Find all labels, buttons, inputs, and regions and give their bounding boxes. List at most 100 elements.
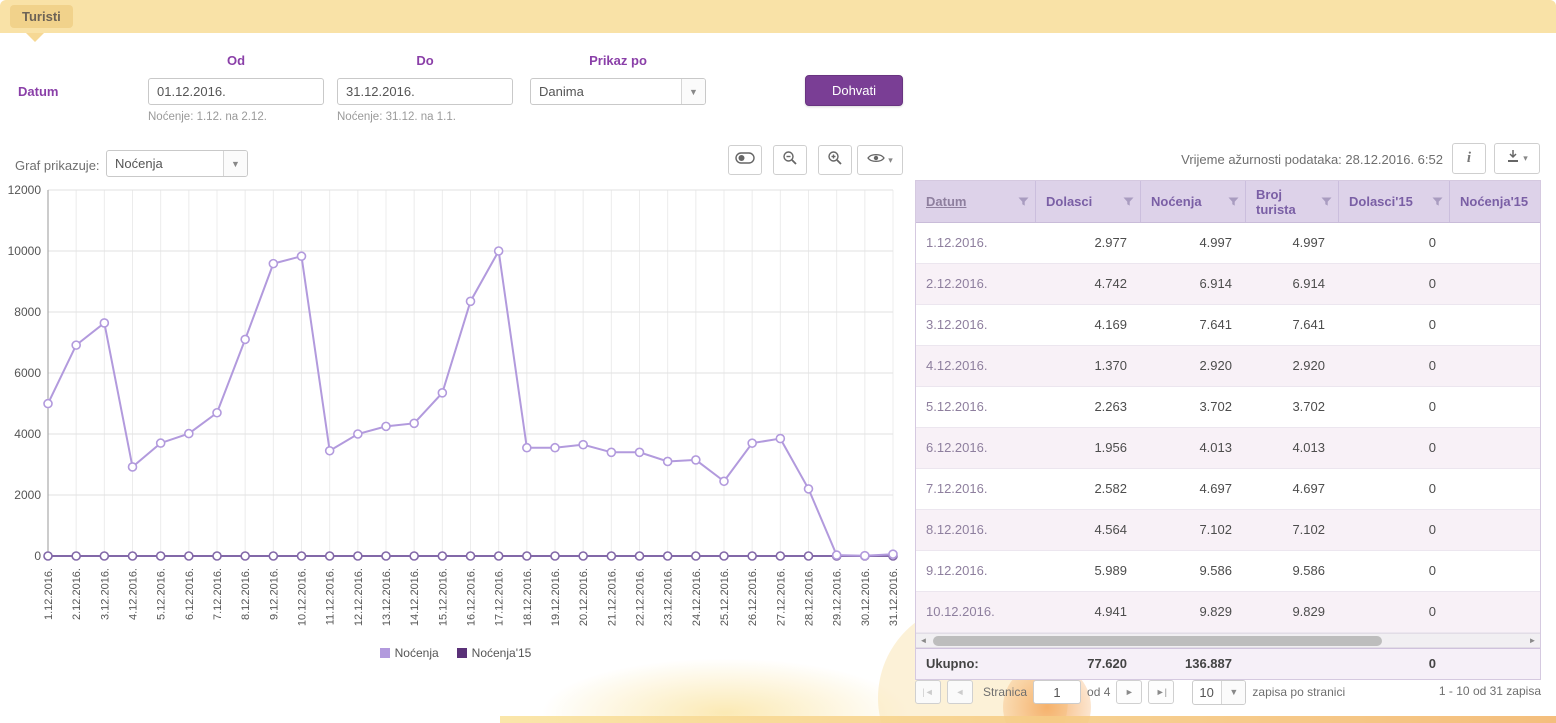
download-icon (1506, 149, 1520, 168)
table-row[interactable]: 8.12.2016.4.5647.1027.1020 (916, 510, 1541, 551)
filter-icon[interactable] (1017, 195, 1030, 208)
legend-label: Noćenja'15 (472, 646, 532, 660)
table-row[interactable]: 4.12.2016.1.3702.9202.9200 (916, 346, 1541, 387)
svg-text:21.12.2016.: 21.12.2016. (606, 568, 618, 626)
table-row[interactable]: 7.12.2016.2.5824.6974.6970 (916, 469, 1541, 510)
column-header-label[interactable]: Dolasci'15 (1349, 194, 1413, 209)
column-header[interactable]: Noćenja'15 (1450, 181, 1541, 222)
table-row[interactable]: 1.12.2016.2.9774.9974.9970 (916, 223, 1541, 264)
export-button[interactable]: ▾ (1494, 143, 1540, 174)
graf-prikazuje-dropdown[interactable]: Noćenja ▼ (106, 150, 248, 177)
table-row[interactable]: 6.12.2016.1.9564.0134.0130 (916, 428, 1541, 469)
column-header-label[interactable]: Noćenja'15 (1460, 194, 1528, 209)
table-cell: 4.941 (1036, 592, 1141, 632)
table-cell: 6.914 (1141, 264, 1246, 304)
next-page-button[interactable]: ► (1116, 680, 1142, 704)
line-chart[interactable]: 0200040006000800010000120001.12.2016.2.1… (8, 182, 903, 634)
table-cell: 2.920 (1141, 346, 1246, 386)
table-cell: 6.12.2016. (916, 428, 1036, 468)
table-cell: 9.829 (1246, 592, 1339, 632)
column-header[interactable]: Dolasci'15 (1339, 181, 1450, 222)
chevron-down-icon[interactable]: ▼ (681, 79, 705, 104)
legend-item[interactable]: Noćenja (380, 646, 439, 660)
table-cell (1450, 387, 1541, 427)
svg-text:13.12.2016.: 13.12.2016. (381, 568, 393, 626)
top-bar: Turisti (0, 0, 1556, 33)
table-cell: 7.102 (1246, 510, 1339, 550)
svg-text:9.12.2016.: 9.12.2016. (268, 568, 280, 620)
filter-icon[interactable] (1122, 195, 1135, 208)
table-body: 1.12.2016.2.9774.9974.99702.12.2016.4.74… (916, 223, 1540, 633)
info-button[interactable]: i (1452, 143, 1486, 174)
table-cell: 4.12.2016. (916, 346, 1036, 386)
decorative-ellipse (540, 658, 910, 723)
app-window: Turisti Od Do Prikaz po Datum Noćenje: 1… (0, 0, 1556, 723)
first-page-button[interactable]: |◄ (915, 680, 941, 704)
table-cell: 9.586 (1246, 551, 1339, 591)
table-cell: 0 (1339, 223, 1450, 263)
od-date-input[interactable] (149, 79, 324, 104)
svg-text:24.12.2016.: 24.12.2016. (691, 568, 703, 626)
column-header[interactable]: Datum (916, 181, 1036, 222)
svg-text:4000: 4000 (14, 427, 41, 441)
filter-icon[interactable] (1431, 195, 1444, 208)
per-page-dropdown[interactable]: 10 ▼ (1192, 680, 1246, 705)
svg-text:19.12.2016.: 19.12.2016. (550, 568, 562, 626)
zoom-in-button[interactable] (818, 145, 852, 175)
column-header-label[interactable]: Datum (926, 194, 966, 209)
page-number-input[interactable] (1033, 680, 1081, 704)
svg-text:10.12.2016.: 10.12.2016. (297, 568, 309, 626)
info-icon: i (1467, 150, 1471, 167)
table-row[interactable]: 5.12.2016.2.2633.7023.7020 (916, 387, 1541, 428)
horizontal-scrollbar[interactable]: ◄ ► (916, 633, 1540, 648)
column-header-label[interactable]: Noćenja (1151, 194, 1202, 209)
scroll-right-icon[interactable]: ► (1525, 634, 1540, 647)
od-date-field (148, 78, 324, 105)
chart-visibility-button[interactable]: ▾ (857, 145, 903, 175)
graf-prikazuje-value: Noćenja (107, 151, 223, 176)
svg-text:20.12.2016.: 20.12.2016. (578, 568, 590, 626)
table-row[interactable]: 3.12.2016.4.1697.6417.6410 (916, 305, 1541, 346)
last-page-button[interactable]: ►| (1148, 680, 1174, 704)
column-header[interactable]: Noćenja (1141, 181, 1246, 222)
pagination-bar: |◄ ◄ Stranica od 4 ► ►| 10 ▼ zapisa po s… (915, 678, 1541, 706)
svg-text:29.12.2016.: 29.12.2016. (832, 568, 844, 626)
column-header-label[interactable]: Dolasci (1046, 194, 1092, 209)
eye-icon (867, 151, 885, 169)
scrollbar-thumb[interactable] (933, 636, 1382, 646)
toggle-icon (735, 151, 755, 170)
svg-text:27.12.2016.: 27.12.2016. (775, 568, 787, 626)
table-cell: 4.742 (1036, 264, 1141, 304)
chart-toggle-button[interactable] (728, 145, 762, 175)
table-cell: 5.989 (1036, 551, 1141, 591)
column-header[interactable]: Broj turista (1246, 181, 1339, 222)
prikaz-po-dropdown[interactable]: Danima ▼ (530, 78, 706, 105)
svg-text:12000: 12000 (8, 183, 41, 197)
total-value (1246, 649, 1339, 679)
table-row[interactable]: 9.12.2016.5.9899.5869.5860 (916, 551, 1541, 592)
svg-text:14.12.2016.: 14.12.2016. (409, 568, 421, 626)
svg-text:1.12.2016.: 1.12.2016. (43, 568, 55, 620)
table-total-row: Ukupno:77.620136.8870 (916, 648, 1541, 679)
dohvati-button[interactable]: Dohvati (805, 75, 903, 106)
per-page-value: 10 (1193, 681, 1221, 704)
table-cell: 4.997 (1141, 223, 1246, 263)
scroll-left-icon[interactable]: ◄ (916, 634, 931, 647)
table-cell: 7.102 (1141, 510, 1246, 550)
table-row[interactable]: 2.12.2016.4.7426.9146.9140 (916, 264, 1541, 305)
chevron-down-icon[interactable]: ▼ (1221, 681, 1245, 704)
column-header-label[interactable]: Broj turista (1256, 187, 1320, 217)
filter-icon[interactable] (1227, 195, 1240, 208)
table-row[interactable]: 10.12.2016.4.9419.8299.8290 (916, 592, 1541, 633)
column-header[interactable]: Dolasci (1036, 181, 1141, 222)
tab-turisti[interactable]: Turisti (10, 5, 73, 28)
filter-icon[interactable] (1320, 195, 1333, 208)
chevron-down-icon[interactable]: ▼ (223, 151, 247, 176)
prev-page-button[interactable]: ◄ (947, 680, 973, 704)
table-cell: 0 (1339, 387, 1450, 427)
svg-text:8.12.2016.: 8.12.2016. (240, 568, 252, 620)
legend-item[interactable]: Noćenja'15 (457, 646, 532, 660)
zoom-out-button[interactable] (773, 145, 807, 175)
do-date-input[interactable] (338, 79, 513, 104)
table-cell (1450, 346, 1541, 386)
